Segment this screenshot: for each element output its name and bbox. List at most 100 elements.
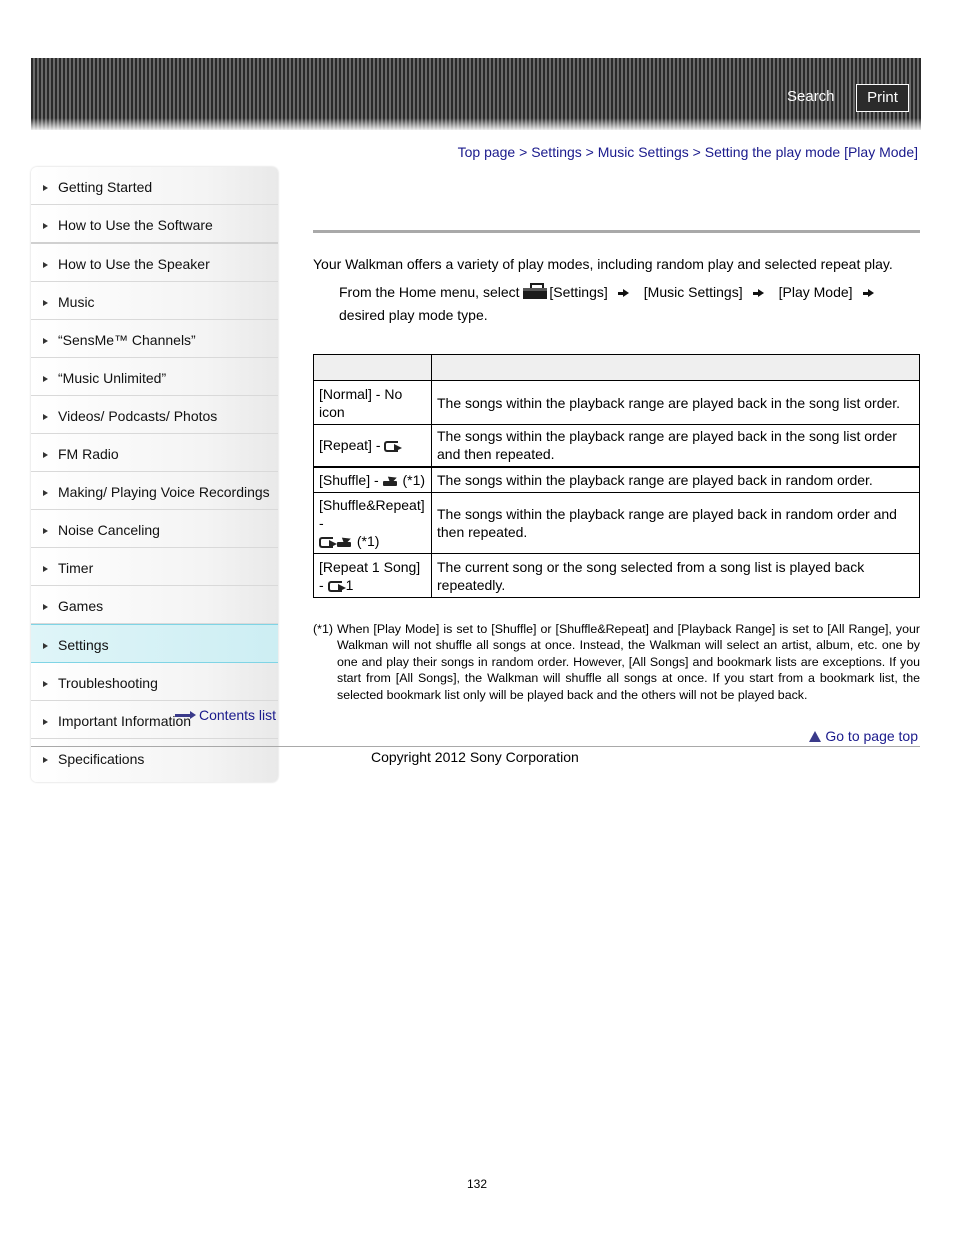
arrow-right-icon bbox=[43, 262, 48, 268]
repeat-icon bbox=[384, 441, 403, 453]
repeat-one-digit: 1 bbox=[345, 576, 354, 593]
page: Search Print Getting Started How to Use … bbox=[0, 0, 954, 1235]
repeat-one-icon bbox=[327, 580, 346, 592]
arrow-right-icon bbox=[43, 643, 48, 649]
arrow-right-icon bbox=[752, 289, 765, 297]
description-cell: The current song or the song selected fr… bbox=[431, 553, 920, 598]
mode-cell: [Normal] - No icon bbox=[313, 380, 432, 425]
breadcrumb-current-page[interactable]: Setting the play mode [Play Mode] bbox=[705, 144, 918, 160]
sidebar-item-fm-radio[interactable]: FM Radio bbox=[31, 434, 278, 472]
arrow-right-icon bbox=[43, 719, 48, 725]
description-cell: The songs within the playback range are … bbox=[431, 465, 920, 493]
arrow-right-icon bbox=[175, 711, 197, 719]
sidebar-item-label: “Music Unlimited” bbox=[58, 370, 167, 386]
header-bar: Search Print bbox=[31, 58, 921, 130]
step-suffix: desired play mode type. bbox=[339, 307, 488, 323]
mode-name: [Shuffle] - bbox=[319, 471, 379, 488]
footnote-ref: (*1) bbox=[356, 533, 380, 549]
sidebar-item-label: How to Use the Software bbox=[58, 217, 213, 233]
mode-name: [Normal] - No icon bbox=[319, 385, 403, 420]
breadcrumb-settings[interactable]: Settings bbox=[531, 144, 582, 160]
sidebar-item-music-unlimited[interactable]: “Music Unlimited” bbox=[31, 358, 278, 396]
play-mode-table: [Normal] - No icon The songs within the … bbox=[313, 354, 920, 598]
table-row: [Shuffle&Repeat] - (*1) The songs within… bbox=[313, 492, 920, 554]
search-link[interactable]: Search bbox=[787, 88, 835, 105]
step-path-music-settings: [Music Settings] bbox=[643, 284, 743, 300]
sidebar-item-troubleshooting[interactable]: Troubleshooting bbox=[31, 663, 278, 701]
arrow-right-icon bbox=[862, 289, 875, 297]
sidebar-item-timer[interactable]: Timer bbox=[31, 548, 278, 586]
table-header-cell bbox=[431, 354, 920, 381]
arrow-right-icon bbox=[43, 452, 48, 458]
mode-name: [Shuffle&Repeat] - bbox=[319, 497, 425, 531]
arrow-right-icon bbox=[43, 528, 48, 534]
sidebar-item-settings[interactable]: Settings bbox=[31, 624, 278, 663]
arrow-right-icon bbox=[43, 185, 48, 191]
instruction-step: From the Home menu, select [Settings] [Mu… bbox=[339, 281, 899, 327]
arrow-right-icon bbox=[43, 757, 48, 763]
sidebar-item-sensme[interactable]: “SensMe™ Channels” bbox=[31, 320, 278, 358]
sidebar-item-label: Videos/ Podcasts/ Photos bbox=[58, 408, 218, 424]
mode-cell: [Shuffle] - (*1) bbox=[313, 465, 432, 493]
description-cell: The songs within the playback range are … bbox=[431, 492, 920, 554]
print-button[interactable]: Print bbox=[856, 84, 909, 112]
shuffle-icon bbox=[337, 537, 353, 547]
table-row: [Repeat 1 Song] - 1 The current song or … bbox=[313, 553, 920, 598]
arrow-right-icon bbox=[43, 681, 48, 687]
intro-text: Your Walkman offers a variety of play mo… bbox=[313, 256, 893, 272]
description-cell: The songs within the playback range are … bbox=[431, 424, 920, 467]
title-divider bbox=[313, 230, 920, 233]
sidebar-item-voice-recordings[interactable]: Making/ Playing Voice Recordings bbox=[31, 472, 278, 510]
page-number: 132 bbox=[466, 1177, 488, 1191]
footnote-ref: (*1) bbox=[402, 471, 426, 488]
description-cell: The songs within the playback range are … bbox=[431, 380, 920, 425]
sidebar-item-music[interactable]: Music bbox=[31, 282, 278, 320]
sidebar-item-label: Settings bbox=[58, 637, 109, 653]
arrow-right-icon bbox=[43, 376, 48, 382]
breadcrumb-separator: > bbox=[581, 144, 598, 160]
step-prefix: From the Home menu, select bbox=[339, 284, 520, 300]
sidebar-item-label: Noise Canceling bbox=[58, 522, 160, 538]
sidebar-item-label: “SensMe™ Channels” bbox=[58, 332, 196, 348]
sidebar-item-software[interactable]: How to Use the Software bbox=[31, 205, 278, 244]
shuffle-icon bbox=[382, 476, 399, 486]
footnote-text: When [Play Mode] is set to [Shuffle] or … bbox=[337, 622, 920, 702]
copyright: Copyright 2012 Sony Corporation bbox=[371, 749, 579, 765]
contents-list-label: Contents list bbox=[199, 707, 277, 723]
triangle-up-icon bbox=[809, 730, 822, 742]
sidebar-item-speaker[interactable]: How to Use the Speaker bbox=[31, 244, 278, 282]
sidebar-item-label: Important Information bbox=[58, 713, 192, 729]
sidebar-item-noise-canceling[interactable]: Noise Canceling bbox=[31, 510, 278, 548]
sidebar-item-label: Making/ Playing Voice Recordings bbox=[58, 484, 270, 500]
breadcrumb-separator: > bbox=[688, 144, 705, 160]
arrow-right-icon bbox=[43, 338, 48, 344]
arrow-right-icon bbox=[617, 289, 630, 297]
arrow-right-icon bbox=[43, 300, 48, 306]
breadcrumb-music-settings[interactable]: Music Settings bbox=[598, 144, 689, 160]
sidebar-item-label: Games bbox=[58, 598, 104, 614]
sidebar-item-label: Troubleshooting bbox=[58, 675, 158, 691]
sidebar-item-specifications[interactable]: Specifications bbox=[31, 739, 278, 776]
sidebar-nav: Getting Started How to Use the Software … bbox=[31, 167, 278, 782]
arrow-right-icon bbox=[43, 414, 48, 420]
mode-cell: [Repeat] - bbox=[313, 424, 432, 467]
sidebar-item-videos[interactable]: Videos/ Podcasts/ Photos bbox=[31, 396, 278, 434]
contents-list-link[interactable]: Contents list bbox=[175, 707, 276, 723]
sidebar-item-label: How to Use the Speaker bbox=[58, 256, 210, 272]
table-row: [Shuffle] - (*1) The songs within the pl… bbox=[313, 465, 920, 493]
mode-cell: [Shuffle&Repeat] - (*1) bbox=[313, 492, 432, 554]
sidebar-item-label: FM Radio bbox=[58, 446, 119, 462]
mode-name: [Repeat] - bbox=[319, 437, 381, 454]
table-row: [Normal] - No icon The songs within the … bbox=[313, 380, 920, 425]
breadcrumb-top-page[interactable]: Top page bbox=[458, 144, 516, 160]
sidebar-item-label: Getting Started bbox=[58, 179, 153, 195]
footnote: (*1) When [Play Mode] is set to [Shuffle… bbox=[313, 621, 920, 703]
sidebar-item-games[interactable]: Games bbox=[31, 586, 278, 624]
go-to-page-top-label: Go to page top bbox=[825, 728, 918, 744]
step-path-play-mode: [Play Mode] bbox=[778, 284, 853, 300]
sidebar-item-getting-started[interactable]: Getting Started bbox=[31, 167, 278, 205]
sidebar-item-label: Timer bbox=[58, 560, 94, 576]
go-to-page-top-link[interactable]: Go to page top bbox=[809, 728, 918, 744]
breadcrumb: Top page > Settings > Music Settings > S… bbox=[458, 144, 918, 160]
breadcrumb-separator: > bbox=[515, 144, 532, 160]
